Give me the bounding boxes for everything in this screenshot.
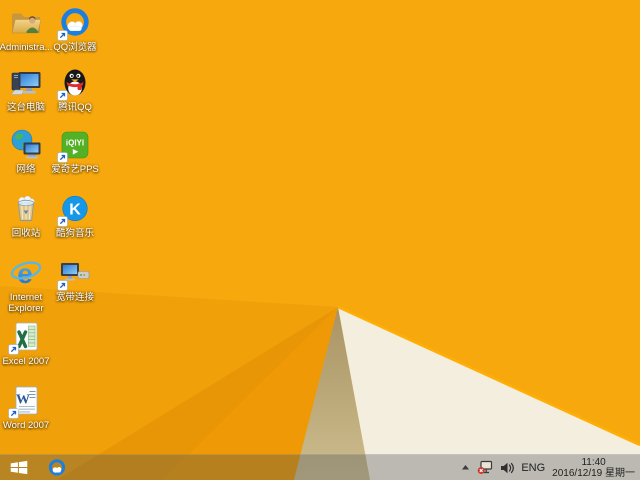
icon-label: 爱奇艺PPS — [51, 164, 99, 175]
icon-label: 这台电脑 — [6, 102, 45, 113]
svg-text:K: K — [69, 202, 81, 219]
chevron-up-icon — [462, 465, 470, 470]
network-status-icon[interactable] — [477, 460, 493, 475]
desktop: Administra... QQ浏览器 这台电脑 腾讯QQ 网络 iQIYI 爱… — [0, 0, 640, 480]
desktop-icon-network[interactable]: 网络 — [0, 128, 52, 175]
desktop-icon-qq-browser[interactable]: QQ浏览器 — [49, 6, 101, 53]
desktop-icon-recycle-bin[interactable]: 回收站 — [0, 192, 52, 239]
shortcut-arrow-icon — [57, 90, 68, 101]
network-globe-icon — [11, 129, 41, 159]
clock-time: 11:40 — [581, 456, 606, 468]
speaker-icon — [501, 462, 515, 473]
icon-label: Word 2007 — [2, 420, 50, 431]
svg-text:W: W — [16, 393, 30, 408]
internet-explorer-icon: e — [10, 258, 42, 289]
desktop-icon-broadband[interactable]: 宽带连接 — [49, 256, 101, 303]
desktop-icon-this-pc[interactable]: 这台电脑 — [0, 66, 52, 113]
recycle-bin-icon — [17, 195, 35, 221]
shortcut-arrow-icon — [57, 216, 68, 227]
shortcut-arrow-icon — [8, 408, 19, 419]
volume-icon[interactable] — [500, 462, 515, 474]
shortcut-arrow-icon — [57, 152, 68, 163]
icon-label: Excel 2007 — [2, 356, 50, 367]
icon-label: 回收站 — [11, 228, 41, 239]
clock[interactable]: 11:40 2016/12/19 星期一 — [552, 457, 635, 479]
shortcut-arrow-icon — [57, 30, 68, 41]
taskbar-qq-browser-button[interactable] — [43, 455, 71, 480]
shortcut-arrow-icon — [8, 344, 19, 355]
desktop-icon-administrator[interactable]: Administra... — [0, 6, 52, 53]
desktop-icon-tencent-qq[interactable]: 腾讯QQ — [49, 66, 101, 113]
windows-logo-icon — [10, 460, 28, 475]
icon-label: Administra... — [0, 42, 53, 53]
qq-browser-icon — [48, 458, 66, 476]
clock-date: 2016/12/19 星期一 — [552, 467, 635, 479]
desktop-icon-kugou-music[interactable]: K 酷狗音乐 — [49, 192, 101, 239]
show-hidden-icons-button[interactable] — [461, 464, 470, 471]
icon-label: 宽带连接 — [55, 292, 94, 303]
desktop-icon-excel-2007[interactable]: Excel 2007 — [0, 320, 52, 367]
icon-label: Internet Explorer — [8, 292, 44, 314]
icon-label: 腾讯QQ — [58, 102, 92, 113]
desktop-icon-internet-explorer[interactable]: e Internet Explorer — [0, 256, 52, 314]
desktop-icon-word-2007[interactable]: W Word 2007 — [0, 384, 52, 431]
network-disconnected-icon — [478, 460, 493, 474]
start-button[interactable] — [0, 455, 38, 480]
user-folder-icon — [11, 13, 42, 34]
system-tray: ENG 11:40 2016/12/19 星期一 — [461, 455, 640, 480]
language-indicator[interactable]: ENG — [521, 462, 545, 474]
shortcut-arrow-icon — [57, 280, 68, 291]
icon-label: QQ浏览器 — [53, 42, 97, 53]
svg-text:iQIYI: iQIYI — [66, 139, 84, 148]
taskbar: ENG 11:40 2016/12/19 星期一 — [0, 454, 640, 480]
computer-icon — [10, 72, 41, 95]
icon-label: 网络 — [16, 164, 36, 175]
icon-label: 酷狗音乐 — [55, 228, 94, 239]
desktop-icon-iqiyi-pps[interactable]: iQIYI 爱奇艺PPS — [49, 128, 101, 175]
